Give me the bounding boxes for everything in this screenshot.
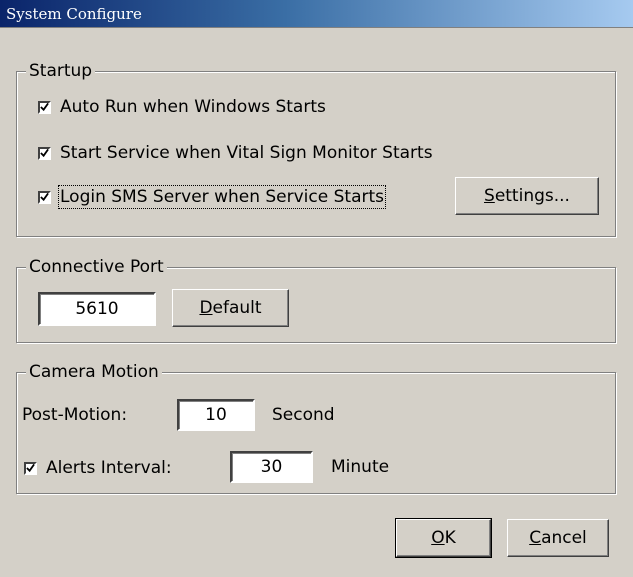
check-icon [40,148,49,158]
start-service-checkbox[interactable] [38,146,51,160]
ok-button[interactable]: OK [395,518,492,558]
login-sms-checkbox[interactable] [38,190,51,204]
check-icon [26,463,35,473]
cancel-button-mnemonic: C [529,528,542,548]
startup-legend: Startup [26,60,96,82]
post-motion-unit: Second [272,405,335,425]
default-button-label: efault [212,298,262,318]
post-motion-input[interactable]: 10 [177,399,255,431]
post-motion-value: 10 [205,405,227,425]
login-sms-checkbox-row[interactable]: Login SMS Server when Service Starts [38,185,387,209]
alerts-interval-label: Alerts Interval: [46,458,172,478]
ok-button-label: K [444,528,456,548]
alerts-interval-checkbox-row[interactable]: Alerts Interval: [24,458,172,478]
auto-run-checkbox[interactable] [38,100,51,114]
start-service-checkbox-row[interactable]: Start Service when Vital Sign Monitor St… [38,143,433,163]
login-sms-label: Login SMS Server when Service Starts [57,185,387,209]
settings-button-label: ettings... [494,186,570,206]
ok-button-mnemonic: O [431,528,445,548]
port-value: 5610 [75,299,119,319]
connective-port-legend: Connective Port [26,256,167,278]
startup-group: Startup Auto Run when Windows Starts Sta… [16,60,616,237]
alerts-interval-input[interactable]: 30 [230,451,313,483]
check-icon [40,192,49,202]
title-bar[interactable]: System Configure [0,0,633,28]
cancel-button[interactable]: Cancel [507,519,609,557]
settings-button-mnemonic: S [484,186,495,206]
connective-port-group: Connective Port 5610 Default [16,256,616,343]
alerts-interval-unit: Minute [331,457,390,477]
port-input[interactable]: 5610 [38,292,156,326]
alerts-interval-checkbox[interactable] [24,461,37,475]
cancel-button-label: ancel [541,528,587,548]
default-button-mnemonic: D [199,298,213,318]
camera-motion-legend: Camera Motion [26,361,162,383]
post-motion-label: Post-Motion: [22,405,128,425]
check-icon [40,102,49,112]
alerts-interval-value: 30 [260,457,283,477]
auto-run-checkbox-row[interactable]: Auto Run when Windows Starts [38,97,326,117]
default-button[interactable]: Default [172,289,289,327]
window-title: System Configure [6,5,142,23]
settings-button[interactable]: Settings... [455,177,599,215]
auto-run-label: Auto Run when Windows Starts [60,97,326,117]
camera-motion-group: Camera Motion Post-Motion: 10 Second Ale… [16,361,616,494]
start-service-label: Start Service when Vital Sign Monitor St… [60,143,433,163]
